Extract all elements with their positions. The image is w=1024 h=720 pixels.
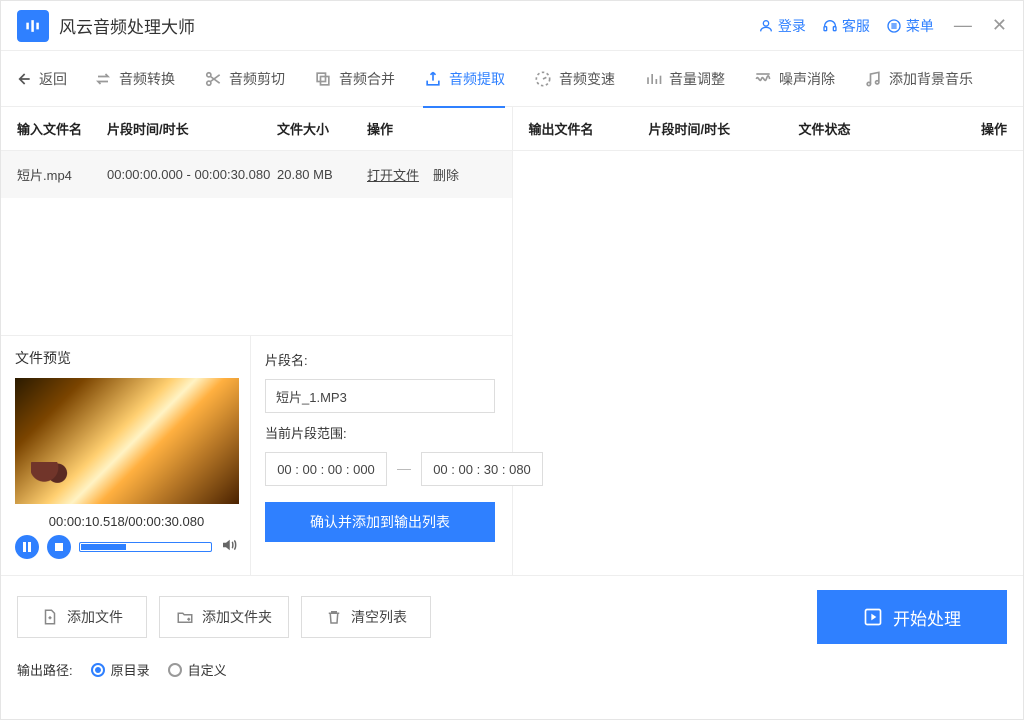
user-icon bbox=[758, 18, 774, 34]
output-path-custom-radio[interactable]: 自定义 bbox=[168, 660, 227, 679]
tab-bgm[interactable]: 添加背景音乐 bbox=[853, 51, 983, 107]
range-dash bbox=[397, 469, 411, 470]
tab-extract[interactable]: 音频提取 bbox=[413, 51, 515, 107]
menu-button[interactable]: 菜单 bbox=[886, 16, 934, 36]
app-title: 风云音频处理大师 bbox=[59, 13, 195, 38]
tab-denoise[interactable]: 噪声消除 bbox=[743, 51, 845, 107]
output-path-original-radio[interactable]: 原目录 bbox=[91, 660, 150, 679]
play-rect-icon bbox=[863, 607, 883, 627]
delete-row-link[interactable]: 删除 bbox=[433, 165, 459, 184]
clip-name-input[interactable] bbox=[265, 379, 495, 413]
minimize-button[interactable]: — bbox=[954, 15, 972, 36]
tab-trim[interactable]: 音频剪切 bbox=[193, 51, 295, 107]
folder-plus-icon bbox=[176, 608, 194, 626]
tab-convert[interactable]: 音频转换 bbox=[83, 51, 185, 107]
output-path-label: 输出路径: bbox=[17, 660, 73, 679]
export-icon bbox=[423, 69, 443, 89]
clip-name-label: 片段名: bbox=[265, 350, 543, 369]
input-header-ops: 操作 bbox=[367, 119, 496, 138]
input-header-size: 文件大小 bbox=[277, 119, 367, 138]
input-row[interactable]: 短片.mp4 00:00:00.000 - 00:00:30.080 20.80… bbox=[1, 151, 512, 198]
menu-list-icon bbox=[886, 18, 902, 34]
input-header-time: 片段时间/时长 bbox=[107, 119, 277, 138]
bars-icon bbox=[23, 16, 43, 36]
preview-timecode: 00:00:10.518/00:00:30.080 bbox=[15, 514, 238, 529]
add-file-button[interactable]: 添加文件 bbox=[17, 596, 147, 638]
seek-slider[interactable] bbox=[79, 542, 212, 552]
tab-speed[interactable]: 音频变速 bbox=[523, 51, 625, 107]
preview-label: 文件预览 bbox=[15, 348, 238, 368]
clip-range-label: 当前片段范围: bbox=[265, 423, 543, 442]
radio-unchecked-icon bbox=[168, 663, 182, 677]
file-plus-icon bbox=[41, 608, 59, 626]
equalizer-icon bbox=[643, 69, 663, 89]
radio-checked-icon bbox=[91, 663, 105, 677]
tab-merge[interactable]: 音频合并 bbox=[303, 51, 405, 107]
row-timerange: 00:00:00.000 - 00:00:30.080 bbox=[107, 167, 277, 182]
volume-button[interactable] bbox=[220, 536, 238, 559]
support-button[interactable]: 客服 bbox=[822, 16, 870, 36]
login-button[interactable]: 登录 bbox=[758, 16, 806, 36]
swap-icon bbox=[93, 69, 113, 89]
output-header-ops: 操作 bbox=[851, 119, 1007, 138]
open-file-link[interactable]: 打开文件 bbox=[367, 165, 419, 184]
pause-button[interactable] bbox=[15, 535, 39, 559]
pause-icon bbox=[22, 542, 32, 552]
copy-icon bbox=[313, 69, 333, 89]
scissors-icon bbox=[203, 69, 223, 89]
clip-start-input[interactable] bbox=[265, 452, 387, 486]
headset-icon bbox=[822, 18, 838, 34]
output-header-time: 片段时间/时长 bbox=[649, 119, 799, 138]
speaker-icon bbox=[220, 536, 238, 554]
arrow-left-icon bbox=[13, 69, 33, 89]
clear-list-button[interactable]: 清空列表 bbox=[301, 596, 431, 638]
trash-icon bbox=[325, 608, 343, 626]
output-header-status: 文件状态 bbox=[799, 119, 851, 138]
row-filesize: 20.80 MB bbox=[277, 167, 367, 182]
close-button[interactable]: ✕ bbox=[992, 15, 1007, 36]
add-folder-button[interactable]: 添加文件夹 bbox=[159, 596, 289, 638]
back-button[interactable]: 返回 bbox=[13, 51, 75, 107]
wave-icon bbox=[753, 69, 773, 89]
input-header-name: 输入文件名 bbox=[17, 119, 107, 138]
video-preview[interactable] bbox=[15, 378, 239, 504]
tab-volume[interactable]: 音量调整 bbox=[633, 51, 735, 107]
start-process-button[interactable]: 开始处理 bbox=[817, 590, 1007, 644]
music-icon bbox=[863, 69, 883, 89]
stop-button[interactable] bbox=[47, 535, 71, 559]
stop-icon bbox=[54, 542, 64, 552]
confirm-add-output-button[interactable]: 确认并添加到输出列表 bbox=[265, 502, 495, 542]
output-header-name: 输出文件名 bbox=[529, 119, 649, 138]
speed-icon bbox=[533, 69, 553, 89]
row-filename: 短片.mp4 bbox=[17, 165, 107, 184]
app-logo bbox=[17, 10, 49, 42]
